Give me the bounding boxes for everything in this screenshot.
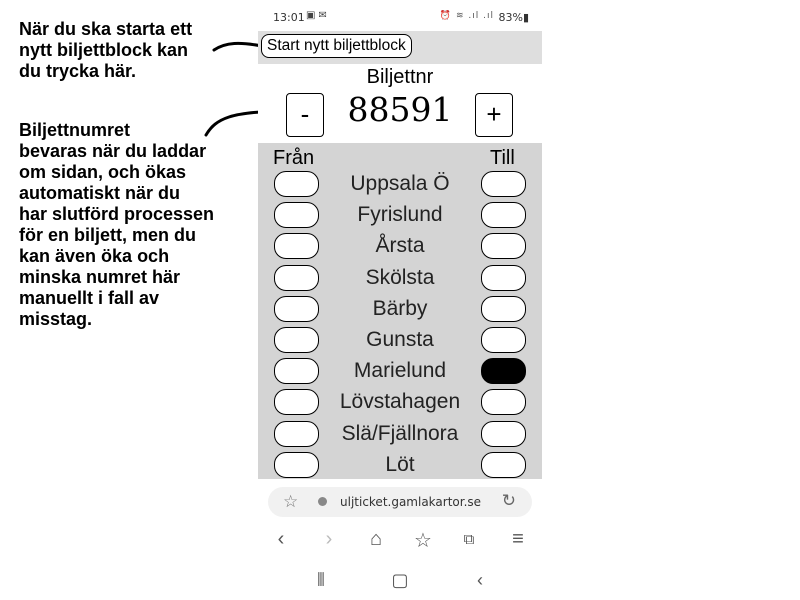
stop-row: Marielund	[258, 358, 542, 389]
stop-name: Skölsta	[365, 265, 435, 289]
stop-name: Gunsta	[366, 328, 434, 351]
info-icon[interactable]	[318, 497, 327, 506]
stop-row: Uppsala Ö	[258, 171, 542, 202]
stop-row: Bärby	[258, 295, 542, 327]
battery-icon: ▮	[522, 11, 529, 24]
recent-apps-icon[interactable]: ⦀	[306, 570, 336, 591]
to-toggle[interactable]	[481, 264, 526, 291]
to-toggle[interactable]	[481, 389, 526, 416]
stop-row: Lövstahagen	[258, 389, 542, 420]
from-toggle[interactable]	[274, 358, 319, 385]
from-toggle[interactable]	[274, 171, 319, 197]
from-toggle[interactable]	[274, 295, 319, 322]
stop-name: Marielund	[353, 359, 447, 383]
phone-screen: 13:01 ▣✉ ⏰ ≋ .ıl .ıl 83%▮ Start nytt bil…	[258, 0, 542, 600]
stops-list: Från Till Uppsala Ö Fyrislund Årsta Skölsta…	[258, 143, 542, 479]
stop-row: Årsta	[258, 233, 542, 264]
battery-level: 83%	[498, 11, 523, 24]
from-toggle[interactable]	[274, 389, 319, 416]
to-toggle[interactable]	[481, 295, 526, 322]
stop-name: Bärby	[372, 296, 428, 320]
stop-row: Slä/Fjällnora	[258, 420, 542, 452]
from-toggle[interactable]	[274, 420, 319, 447]
to-toggle[interactable]	[481, 171, 526, 197]
stop-row: Fyrislund	[258, 202, 542, 233]
to-header: Till	[490, 147, 515, 169]
star-icon[interactable]: ☆	[283, 492, 298, 512]
from-toggle[interactable]	[274, 327, 319, 353]
stop-name: Löt	[385, 452, 415, 476]
home-button-icon[interactable]: ▢	[385, 570, 415, 591]
stop-row: Löt	[258, 451, 542, 483]
arrow-to-start-button	[212, 41, 264, 52]
stop-name: Lövstahagen	[339, 390, 461, 414]
stop-name: Årsta	[375, 234, 425, 258]
increment-button[interactable]: +	[475, 93, 513, 137]
to-toggle[interactable]	[481, 358, 526, 385]
bookmarks-icon[interactable]: ☆	[408, 528, 438, 553]
to-toggle[interactable]	[481, 451, 526, 478]
forward-icon[interactable]: ›	[314, 528, 344, 551]
browser-toolbar: ‹ › ⌂ ☆ ⧉ ≡	[258, 528, 542, 554]
back-icon[interactable]: ‹	[266, 528, 296, 551]
from-header: Från	[273, 147, 315, 169]
to-toggle[interactable]	[481, 233, 526, 260]
signal-icon: .ıl .ıl	[468, 11, 494, 21]
stop-name: Uppsala Ö	[350, 172, 450, 195]
home-icon[interactable]: ⌂	[361, 528, 391, 551]
alarm-icon: ⏰	[439, 11, 453, 21]
wifi-icon: ≋	[455, 11, 465, 21]
url-text[interactable]: uljticket.gamlakartor.se	[340, 495, 481, 509]
back-button-icon[interactable]: ‹	[465, 570, 495, 591]
to-toggle[interactable]	[481, 202, 526, 229]
url-bar[interactable]: ☆ uljticket.gamlakartor.se ↻	[268, 487, 532, 517]
from-toggle[interactable]	[274, 202, 319, 229]
reload-icon[interactable]: ↻	[502, 491, 516, 511]
stop-name: Slä/Fjällnora	[341, 421, 459, 445]
from-toggle[interactable]	[274, 233, 319, 260]
annotation-start-block: När du ska starta ett nytt biljettblock …	[19, 19, 193, 81]
ticket-section: Biljettnr - 88591 +	[258, 64, 542, 143]
image-icon: ▣	[306, 10, 319, 21]
status-time: 13:01	[273, 11, 305, 24]
tabs-icon[interactable]: ⧉	[454, 531, 484, 548]
mail-icon: ✉	[318, 10, 330, 21]
top-band: Start nytt biljettblock	[258, 31, 542, 64]
stop-name: Fyrislund	[357, 203, 443, 227]
ticket-number: 88591	[347, 90, 453, 129]
stop-row: Gunsta	[258, 327, 542, 358]
status-bar: 13:01 ▣✉ ⏰ ≋ .ıl .ıl 83%▮	[258, 0, 542, 31]
system-nav-bar: ⦀ ▢ ‹	[258, 568, 542, 596]
stop-row: Skölsta	[258, 264, 542, 296]
to-toggle[interactable]	[481, 327, 526, 353]
to-toggle[interactable]	[481, 420, 526, 447]
from-toggle[interactable]	[274, 264, 319, 291]
ticket-label: Biljettnr	[366, 66, 434, 88]
annotation-ticket-number: Biljettnumret bevaras när du laddar om s…	[19, 120, 215, 329]
start-new-block-button[interactable]: Start nytt biljettblock	[261, 34, 412, 58]
from-toggle[interactable]	[274, 451, 319, 478]
menu-icon[interactable]: ≡	[503, 528, 533, 551]
